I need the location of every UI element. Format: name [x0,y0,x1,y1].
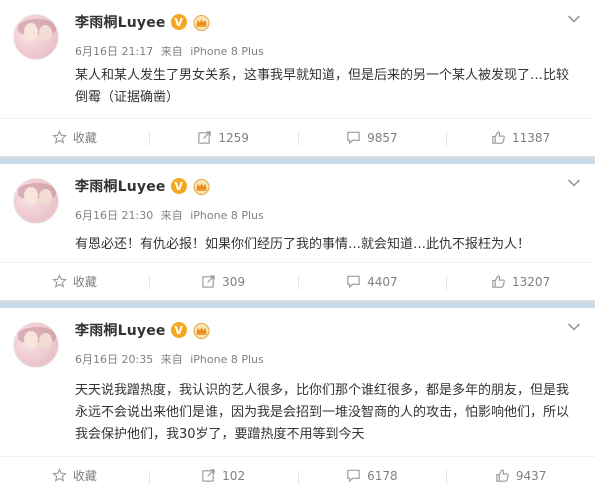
weibo-post: 李雨桐Luyee V 6月16日 21:30 来自 iPhone 8 Plus … [0,158,595,300]
post-text: 某人和某人发生了男女关系，这事我早就知道，但是后来的另一个某人被发现了…比较倒霉… [75,68,570,105]
crown-icon [193,322,210,339]
repost-count: 102 [222,468,246,483]
repost-icon [202,275,215,288]
post-header: 李雨桐Luyee V [75,176,211,196]
comment-count: 9857 [367,130,398,145]
star-icon [52,130,67,144]
post-header: 李雨桐Luyee V [75,12,211,32]
favorite-label: 收藏 [72,469,97,483]
weibo-post: 李雨桐Luyee V 6月16日 20:35 来自 iPhone 8 Plus … [0,302,595,494]
post-time[interactable]: 6月16日 20:35 [75,353,153,366]
repost-icon [198,131,212,144]
repost-button[interactable]: 1259 [148,130,298,146]
comment-button[interactable]: 6178 [297,468,447,484]
action-bar: 收藏 309 4407 13207 [0,262,595,300]
like-count: 9437 [515,468,547,483]
from-label: 来自 [160,353,183,366]
comment-icon [347,131,360,145]
repost-button[interactable]: 102 [148,468,298,484]
like-button[interactable]: 11387 [446,130,595,146]
thumbs-up-icon [492,131,505,144]
verified-badge-icon: V [170,14,187,30]
device-label[interactable]: iPhone 8 Plus [190,209,264,222]
username[interactable]: 李雨桐Luyee [75,176,166,196]
comment-icon [347,469,360,483]
favorite-label: 收藏 [72,275,97,289]
repost-count: 1259 [218,130,249,145]
device-label[interactable]: iPhone 8 Plus [190,45,264,58]
comment-icon [347,275,360,289]
chevron-down-icon[interactable] [567,14,581,24]
post-text: 天天说我蹭热度，我认识的艺人很多，比你们那个谁红很多，都是多年的朋友，但是我永远… [75,383,570,442]
post-meta: 6月16日 21:17 来自 iPhone 8 Plus [75,43,264,59]
thumbs-up-icon [496,469,509,482]
device-label[interactable]: iPhone 8 Plus [190,353,264,366]
post-text: 有恩必还！有仇必报！如果你们经历了我的事情…就会知道…此仇不报枉为人！ [75,237,531,252]
from-label: 来自 [160,45,183,58]
repost-count: 309 [222,274,246,289]
action-bar: 收藏 102 6178 9437 [0,456,595,494]
thumbs-up-icon [492,275,505,288]
chevron-down-icon[interactable] [567,322,581,332]
like-button[interactable]: 13207 [446,274,595,290]
favorite-label: 收藏 [72,131,97,145]
repost-icon [202,469,215,482]
avatar[interactable] [13,178,59,224]
username[interactable]: 李雨桐Luyee [75,320,166,340]
star-icon [52,274,67,288]
star-icon [52,468,67,482]
like-count: 11387 [512,130,551,145]
post-time[interactable]: 6月16日 21:17 [75,45,153,58]
verified-badge-icon: V [170,178,187,194]
favorite-button[interactable]: 收藏 [0,273,149,290]
repost-button[interactable]: 309 [148,274,298,290]
comment-count: 6178 [367,468,398,483]
from-label: 来自 [160,209,183,222]
username[interactable]: 李雨桐Luyee [75,12,166,32]
avatar[interactable] [13,14,59,60]
comment-count: 4407 [367,274,398,289]
crown-icon [193,14,210,31]
post-time[interactable]: 6月16日 21:30 [75,209,153,222]
action-bar: 收藏 1259 9857 11387 [0,118,595,156]
post-meta: 6月16日 21:30 来自 iPhone 8 Plus [75,207,264,223]
chevron-down-icon[interactable] [567,178,581,188]
comment-button[interactable]: 4407 [297,274,447,290]
like-button[interactable]: 9437 [446,468,595,484]
favorite-button[interactable]: 收藏 [0,129,149,146]
verified-badge-icon: V [170,322,187,338]
post-header: 李雨桐Luyee V [75,320,211,340]
post-meta: 6月16日 20:35 来自 iPhone 8 Plus [75,351,264,367]
crown-icon [193,178,210,195]
like-count: 13207 [512,274,551,289]
comment-button[interactable]: 9857 [297,130,447,146]
avatar[interactable] [13,322,59,368]
weibo-post: 李雨桐Luyee V 6月16日 21:17 来自 iPhone 8 Plus … [0,0,595,156]
favorite-button[interactable]: 收藏 [0,467,149,484]
